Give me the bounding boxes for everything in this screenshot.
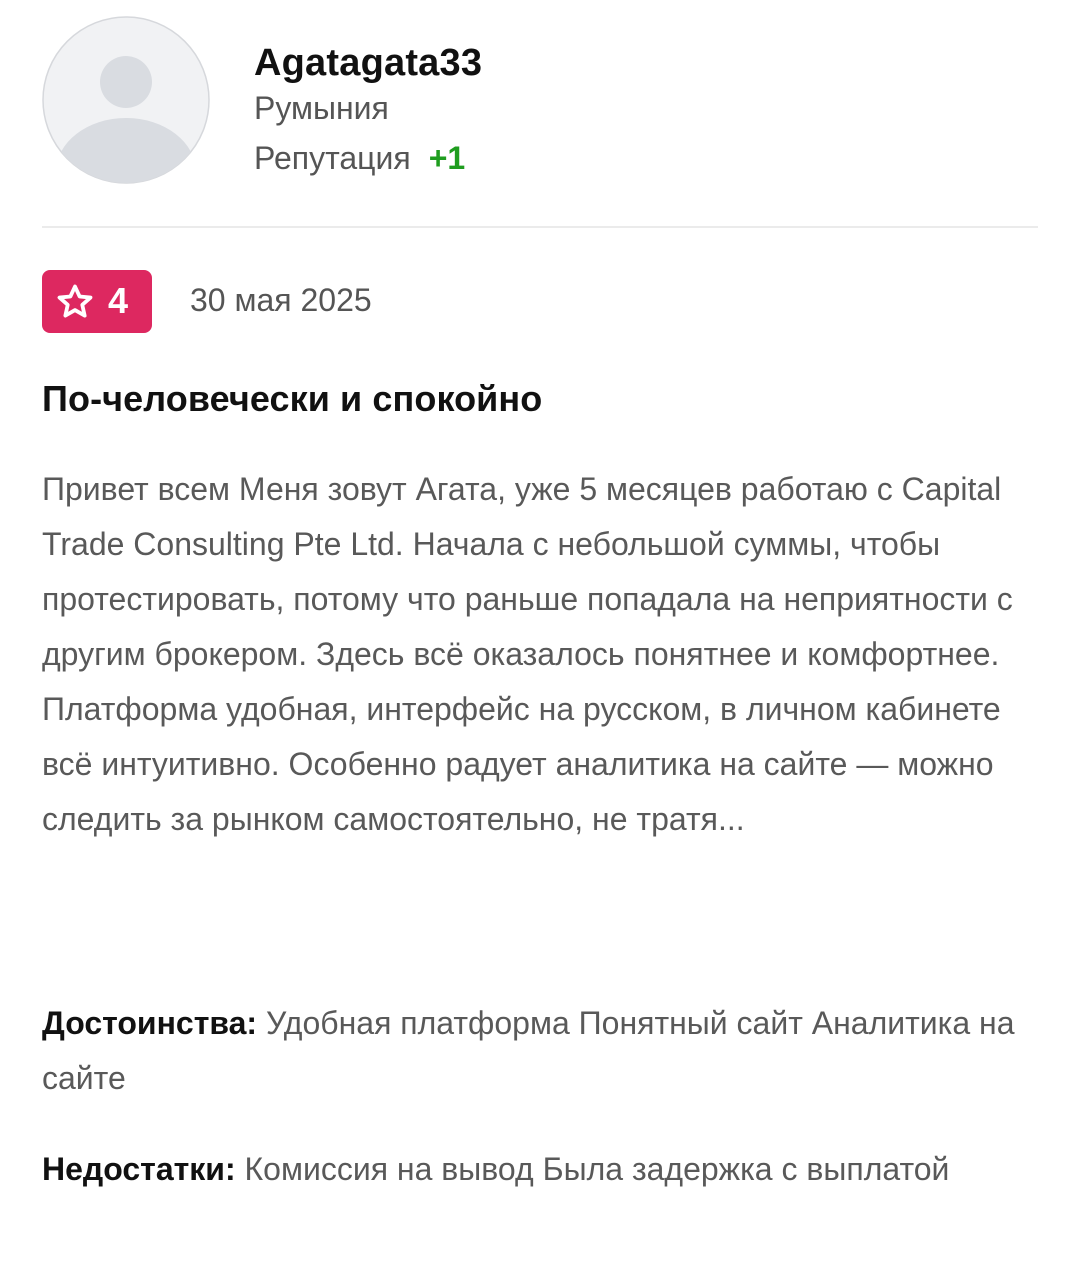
author-header: Agatagata33 Румыния Репутация +1 bbox=[42, 16, 1042, 186]
user-placeholder-icon bbox=[42, 16, 210, 184]
review-text: Привет всем Меня зовут Агата, уже 5 меся… bbox=[42, 471, 1013, 837]
review-date: 30 мая 2025 bbox=[190, 282, 372, 318]
divider bbox=[42, 226, 1038, 228]
cons-text: Комиссия на вывод Была задержка с выплат… bbox=[244, 1151, 950, 1187]
author-name[interactable]: Agatagata33 bbox=[254, 42, 482, 85]
cons-section: Недостатки: Комиссия на вывод Была задер… bbox=[42, 1142, 1042, 1197]
rating-value: 4 bbox=[108, 280, 129, 321]
star-icon bbox=[57, 284, 93, 318]
review-card: Agatagata33 Румыния Репутация +1 4 30 мая… bbox=[0, 0, 1080, 1274]
pros-section: Достоинства: Удобная платформа Понятный … bbox=[42, 996, 1042, 1106]
reputation-value: +1 bbox=[428, 140, 466, 176]
cons-label: Недостатки: bbox=[42, 1151, 236, 1187]
author-country: Румыния bbox=[254, 90, 389, 126]
reputation-label: Репутация bbox=[254, 140, 411, 176]
pros-label: Достоинства: bbox=[42, 1005, 258, 1041]
review-title: По-человечески и спокойно bbox=[42, 378, 543, 419]
author-reputation: Репутация +1 bbox=[254, 140, 465, 177]
rating-badge: 4 bbox=[42, 270, 152, 333]
avatar[interactable] bbox=[42, 16, 210, 184]
